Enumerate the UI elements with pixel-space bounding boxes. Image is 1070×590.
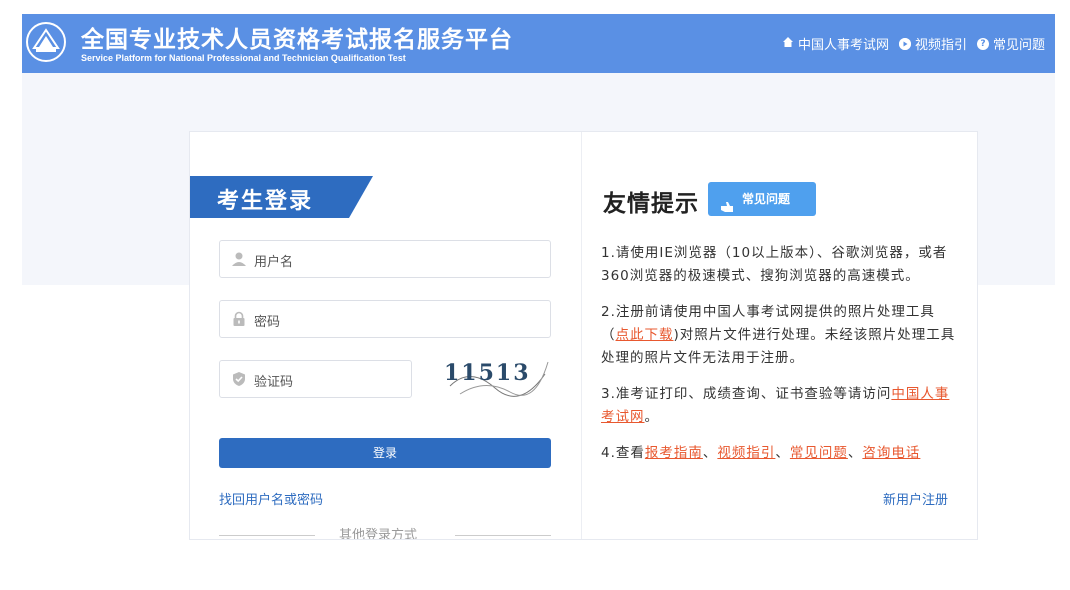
nav-link-label: 常见问题 — [992, 38, 1045, 53]
photo-tool-download-link[interactable]: 点此下载 — [616, 327, 674, 343]
tip-item-3: 3.准考证打印、成绩查询、证书查验等请访问中国人事考试网。 — [601, 386, 950, 425]
exam-guide-link[interactable]: 报考指南 — [645, 445, 703, 461]
captcha-text: 11513 — [444, 360, 531, 386]
contact-phone-link[interactable]: 咨询电话 — [862, 445, 920, 461]
username-field[interactable]: 用户名 — [219, 240, 551, 278]
hand-pointer-icon — [720, 192, 734, 212]
user-icon — [231, 251, 247, 267]
nav-link-label: 视频指引 — [914, 38, 967, 53]
site-subtitle: Service Platform for National Profession… — [81, 53, 406, 63]
faq-link[interactable]: 常见问题 — [790, 445, 848, 461]
nav-link-faq[interactable]: ? 常见问题 — [976, 34, 1045, 53]
lock-icon — [231, 311, 247, 327]
tip-item-2: 2.注册前请使用中国人事考试网提供的照片处理工具（点此下载)对照片文件进行处理。… — [601, 304, 956, 366]
password-placeholder: 密码 — [254, 315, 281, 330]
card-divider — [581, 132, 582, 539]
shield-icon — [231, 371, 247, 387]
cpta-logo — [26, 22, 66, 62]
username-placeholder: 用户名 — [254, 255, 294, 270]
home-icon — [782, 36, 794, 52]
top-nav: 中国人事考试网 视频指引 ? 常见问题 — [782, 34, 1045, 53]
question-icon: ? — [976, 37, 989, 50]
nav-link-video-guide[interactable]: 视频指引 — [898, 34, 967, 53]
faq-badge-button[interactable]: 常见问题 — [708, 182, 816, 216]
captcha-field[interactable]: 验证码 — [219, 360, 412, 398]
tip-item-1: 1.请使用IE浏览器（10以上版本）、谷歌浏览器，或者360浏览器的极速模式、搜… — [601, 245, 948, 284]
login-card: 考生登录 用户名 密码 验证码 11513 登录 找回用户名或密码 新用户注册 … — [189, 131, 978, 540]
password-field[interactable]: 密码 — [219, 300, 551, 338]
video-guide-link[interactable]: 视频指引 — [717, 445, 775, 461]
login-tab: 考生登录 — [190, 176, 373, 218]
other-login-label: 其他登录方式 — [339, 528, 418, 540]
other-login-methods: 其他登录方式 — [219, 524, 551, 540]
nav-link-label: 中国人事考试网 — [797, 38, 889, 53]
nav-link-cpta[interactable]: 中国人事考试网 — [782, 34, 889, 53]
tips-list: 1.请使用IE浏览器（10以上版本）、谷歌浏览器，或者360浏览器的极速模式、搜… — [601, 242, 961, 478]
faq-badge-label: 常见问题 — [742, 192, 791, 206]
captcha-placeholder: 验证码 — [254, 375, 294, 390]
tips-title: 友情提示 — [603, 191, 699, 217]
header-bar: 全国专业技术人员资格考试报名服务平台 Service Platform for … — [22, 14, 1055, 73]
login-button[interactable]: 登录 — [219, 438, 551, 468]
play-icon — [898, 37, 911, 50]
forgot-credentials-link[interactable]: 找回用户名或密码 — [219, 489, 323, 508]
site-title: 全国专业技术人员资格考试报名服务平台 — [81, 27, 513, 53]
login-tab-label: 考生登录 — [217, 189, 314, 214]
tip-item-4: 4.查看报考指南、视频指引、常见问题、咨询电话 — [601, 445, 921, 461]
register-link[interactable]: 新用户注册 — [883, 489, 948, 508]
captcha-image[interactable]: 11513 — [440, 356, 550, 398]
